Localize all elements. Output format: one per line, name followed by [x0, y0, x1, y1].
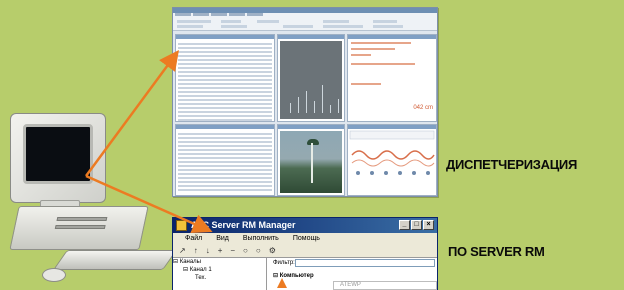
plus-icon[interactable]: +	[218, 245, 223, 257]
server-rm-window: AxC Server RM Manager _ □ × Файл Вид Вып…	[172, 217, 438, 290]
computer-case	[9, 206, 149, 250]
minimize-button[interactable]: _	[399, 220, 410, 230]
filter-input[interactable]	[295, 259, 435, 267]
caption-server-rm: ПО SERVER RM	[448, 244, 545, 259]
tree-item-label: Тех.	[195, 275, 207, 281]
channel-tree: ⊟ Каналы ⊟ Канал 1 Тех.	[173, 258, 267, 290]
dispatch-list-bottom	[175, 124, 275, 196]
dispatch-camera-photo	[277, 124, 345, 196]
circle-icon[interactable]: ○	[243, 245, 248, 257]
dispatch-level-value: 042 cm	[413, 105, 433, 111]
cursor-arrow-icon	[277, 278, 287, 288]
gear-icon[interactable]: ⚙	[269, 245, 276, 257]
tree-item[interactable]: Тех.	[173, 274, 266, 282]
menu-view[interactable]: Вид	[216, 233, 229, 245]
rm-body: ⊟ Каналы ⊟ Канал 1 Тех. Фильтр: ⊟ Компью…	[173, 257, 437, 290]
caption-dispatch: ДИСПЕТЧЕРИЗАЦИЯ	[446, 157, 577, 172]
rm-properties: Фильтр: ⊟ Компьютер ATEWP	[269, 258, 437, 290]
filter-label: Фильтр:	[273, 260, 295, 266]
maximize-button[interactable]: □	[411, 220, 422, 230]
minus-icon[interactable]: −	[230, 245, 235, 257]
down-icon[interactable]: ↓	[206, 245, 210, 257]
menu-run[interactable]: Выполнить	[243, 233, 279, 245]
forecast-chart	[349, 130, 435, 175]
arrow-icon[interactable]: ↗	[179, 245, 186, 257]
computer-monitor	[10, 113, 106, 203]
dispatch-ribbon	[173, 13, 437, 31]
monitor-screen	[23, 124, 93, 184]
tree-item-label: Каналы	[179, 259, 201, 265]
tree-item[interactable]: ⊟ Каналы	[173, 258, 266, 266]
rm-titlebar: AxC Server RM Manager _ □ ×	[173, 218, 437, 233]
dispatch-screenshot: 042 cm	[172, 7, 438, 197]
dispatch-level-chart	[277, 34, 345, 122]
dispatch-list-top	[175, 34, 275, 122]
menu-file[interactable]: Файл	[185, 233, 202, 245]
tree-item-label: Канал 1	[189, 267, 212, 273]
rm-title-prefix: AxC	[191, 220, 210, 230]
circle-icon[interactable]: ○	[256, 245, 261, 257]
close-button[interactable]: ×	[423, 220, 434, 230]
menu-help[interactable]: Помощь	[293, 233, 320, 245]
computer-mouse	[42, 268, 66, 282]
rm-title-text: Server RM Manager	[211, 220, 296, 230]
rm-menubar: Файл Вид Выполнить Помощь	[173, 233, 437, 245]
app-icon	[176, 220, 187, 231]
tree-item[interactable]: ⊟ Канал 1	[173, 266, 266, 274]
dispatch-forecast-panel	[347, 124, 437, 196]
property-value[interactable]: ATEWP	[333, 281, 437, 290]
up-icon[interactable]: ↑	[194, 245, 198, 257]
keyboard	[52, 250, 178, 270]
rm-toolbar: ↗ ↑ ↓ + − ○ ○ ⚙	[173, 245, 437, 257]
